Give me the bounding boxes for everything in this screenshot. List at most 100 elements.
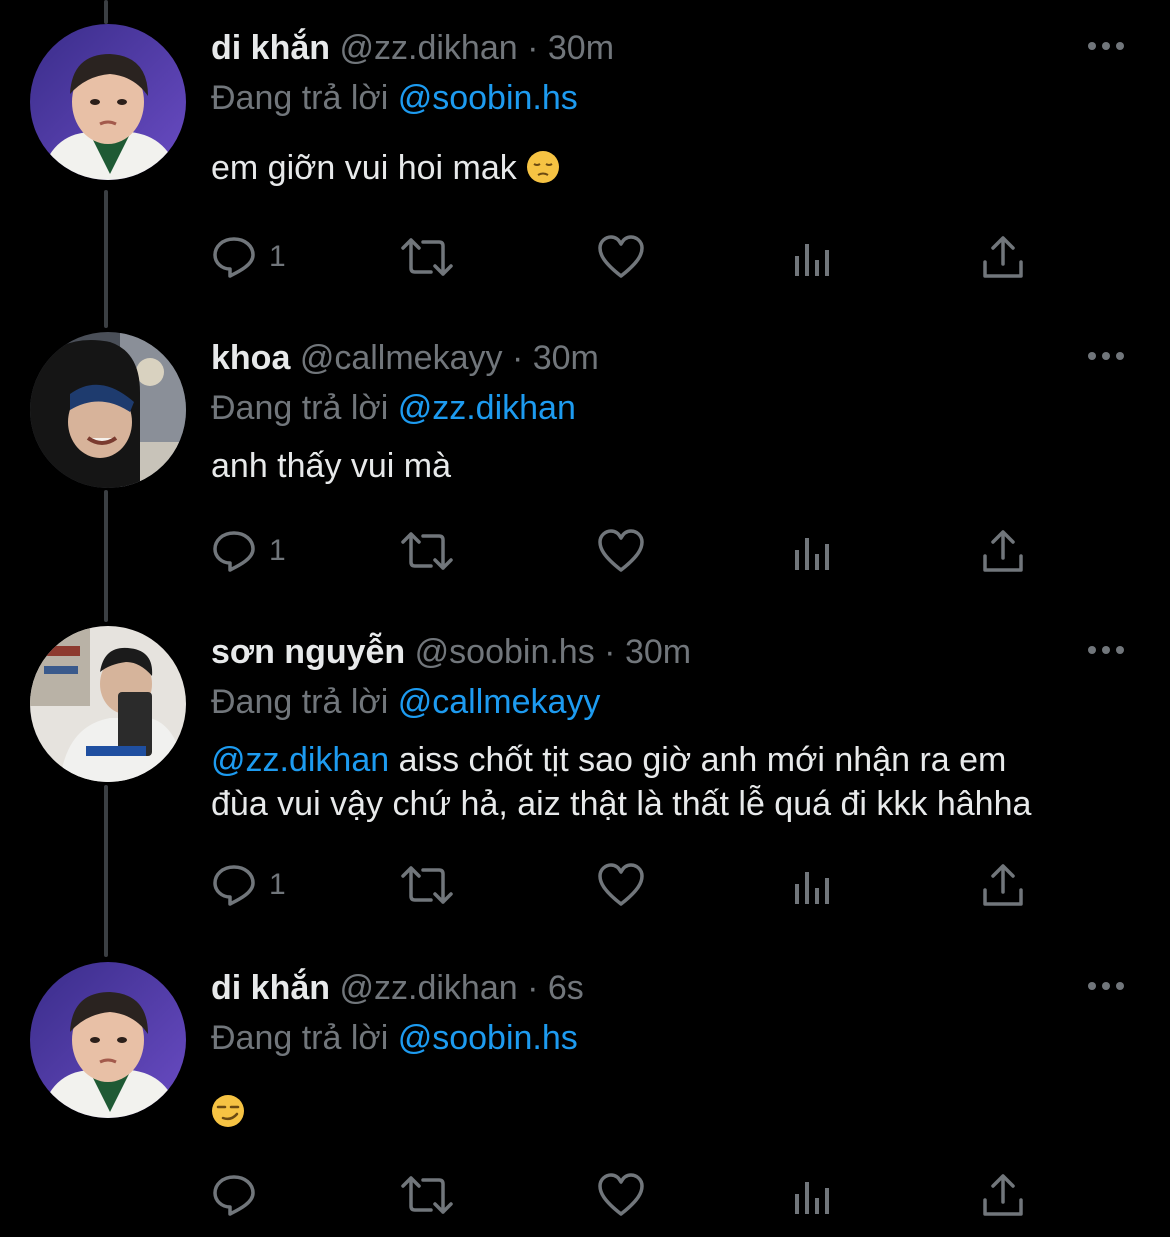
- share-button[interactable]: [981, 232, 1025, 282]
- replying-to: Đang trả lời @soobin.hs: [211, 1018, 578, 1058]
- views-button[interactable]: [791, 526, 835, 576]
- like-icon: [598, 235, 644, 278]
- tweet[interactable]: di khắn @zz.dikhan · 6s Đang trả lời @so…: [0, 940, 1170, 1237]
- replying-to-label: Đang trả lời: [211, 79, 389, 117]
- tweet-header: di khắn @zz.dikhan · 6s: [211, 968, 584, 1008]
- tweet-header: di khắn @zz.dikhan · 30m: [211, 28, 614, 68]
- handle[interactable]: @callmekayy: [300, 339, 503, 377]
- display-name[interactable]: sơn nguyễn: [211, 633, 405, 671]
- reply-icon: [213, 237, 255, 278]
- like-icon: [598, 1173, 644, 1216]
- tweet[interactable]: sơn nguyễn @soobin.hs · 30m Đang trả lời…: [0, 604, 1170, 944]
- display-name[interactable]: di khắn: [211, 29, 330, 67]
- action-bar: 1: [211, 860, 1051, 910]
- like-button[interactable]: [597, 526, 645, 576]
- more-icon[interactable]: [1086, 644, 1126, 656]
- more-icon[interactable]: [1086, 350, 1126, 362]
- pensive-face-icon: [527, 151, 560, 183]
- share-button[interactable]: [981, 526, 1025, 576]
- reply-button[interactable]: 1: [211, 232, 286, 282]
- retweet-icon: [401, 1176, 453, 1214]
- tweet-text: [211, 1090, 1141, 1134]
- like-button[interactable]: [597, 1170, 645, 1220]
- reply-icon: [213, 1175, 255, 1216]
- replying-to-label: Đang trả lời: [211, 1019, 389, 1057]
- smirking-face-icon: [212, 1095, 244, 1127]
- views-button[interactable]: [791, 860, 835, 910]
- retweet-button[interactable]: [399, 232, 455, 282]
- reply-button[interactable]: 1: [211, 860, 286, 910]
- handle[interactable]: @soobin.hs: [415, 633, 595, 671]
- replying-to-label: Đang trả lời: [211, 389, 389, 427]
- separator: ·: [604, 633, 616, 671]
- reply-count: 1: [269, 868, 286, 901]
- replying-to-label: Đang trả lời: [211, 683, 389, 721]
- handle[interactable]: @zz.dikhan: [339, 969, 517, 1007]
- reply-button[interactable]: [211, 1170, 269, 1220]
- replying-to-mention[interactable]: @zz.dikhan: [398, 389, 576, 427]
- timestamp[interactable]: 30m: [533, 339, 599, 377]
- reply-count: 1: [269, 534, 286, 567]
- retweet-button[interactable]: [399, 1170, 455, 1220]
- replying-to-mention[interactable]: @soobin.hs: [398, 1019, 578, 1057]
- action-bar: 1: [211, 232, 1051, 282]
- timestamp[interactable]: 30m: [548, 29, 614, 67]
- views-icon: [795, 538, 829, 570]
- share-icon: [983, 1174, 1023, 1216]
- retweet-icon: [401, 238, 453, 276]
- text-mention[interactable]: @zz.dikhan: [211, 741, 389, 779]
- views-button[interactable]: [791, 1170, 835, 1220]
- action-bar: 1: [211, 526, 1051, 576]
- tweet-text: @zz.dikhan aiss chốt tịt sao giờ anh mới…: [211, 738, 1141, 826]
- share-button[interactable]: [981, 1170, 1025, 1220]
- tweet-header: khoa @callmekayy · 30m: [211, 338, 599, 378]
- reply-count: 1: [269, 240, 286, 273]
- tweet[interactable]: di khắn @zz.dikhan · 30m Đang trả lời @s…: [0, 0, 1170, 310]
- separator: ·: [511, 339, 524, 377]
- like-icon: [598, 863, 644, 906]
- display-name[interactable]: khoa: [211, 339, 290, 377]
- replying-to-mention[interactable]: @soobin.hs: [398, 79, 578, 117]
- timestamp[interactable]: 30m: [625, 633, 691, 671]
- more-icon[interactable]: [1086, 40, 1126, 52]
- tweet-text: anh thấy vui mà: [211, 447, 452, 485]
- action-bar: [211, 1170, 1051, 1220]
- replying-to: Đang trả lời @callmekayy: [211, 682, 600, 722]
- replying-to: Đang trả lời @soobin.hs: [211, 78, 578, 118]
- reply-icon: [213, 531, 255, 572]
- tweet-header: sơn nguyễn @soobin.hs · 30m: [211, 632, 691, 672]
- tweet-text-line: @zz.dikhan aiss chốt tịt sao giờ anh mới…: [211, 741, 1007, 779]
- like-button[interactable]: [597, 860, 645, 910]
- retweet-icon: [401, 866, 453, 904]
- tweet-text: em giỡn vui hoi mak: [211, 146, 1141, 190]
- avatar[interactable]: [30, 24, 186, 180]
- timestamp[interactable]: 6s: [548, 969, 584, 1007]
- like-icon: [598, 529, 644, 572]
- separator: ·: [527, 29, 539, 67]
- views-button[interactable]: [791, 232, 835, 282]
- avatar[interactable]: [30, 626, 186, 782]
- tweet[interactable]: khoa @callmekayy · 30m Đang trả lời @zz.…: [0, 310, 1170, 610]
- views-icon: [795, 1182, 829, 1214]
- reply-icon: [213, 865, 255, 906]
- share-icon: [983, 236, 1023, 278]
- views-icon: [795, 244, 829, 276]
- replying-to-mention[interactable]: @callmekayy: [398, 683, 601, 721]
- share-button[interactable]: [981, 860, 1025, 910]
- retweet-button[interactable]: [399, 526, 455, 576]
- share-icon: [983, 864, 1023, 906]
- views-icon: [795, 872, 829, 904]
- separator: ·: [527, 969, 539, 1007]
- more-icon[interactable]: [1086, 980, 1126, 992]
- share-icon: [983, 530, 1023, 572]
- retweet-button[interactable]: [399, 860, 455, 910]
- tweet-text-line: đùa vui vậy chứ hả, aiz thật là thất lễ …: [211, 785, 1032, 823]
- avatar[interactable]: [30, 962, 186, 1118]
- display-name[interactable]: di khắn: [211, 969, 330, 1007]
- like-button[interactable]: [597, 232, 645, 282]
- retweet-icon: [401, 532, 453, 570]
- reply-button[interactable]: 1: [211, 526, 286, 576]
- avatar[interactable]: [30, 332, 186, 488]
- replying-to: Đang trả lời @zz.dikhan: [211, 388, 576, 428]
- handle[interactable]: @zz.dikhan: [339, 29, 517, 67]
